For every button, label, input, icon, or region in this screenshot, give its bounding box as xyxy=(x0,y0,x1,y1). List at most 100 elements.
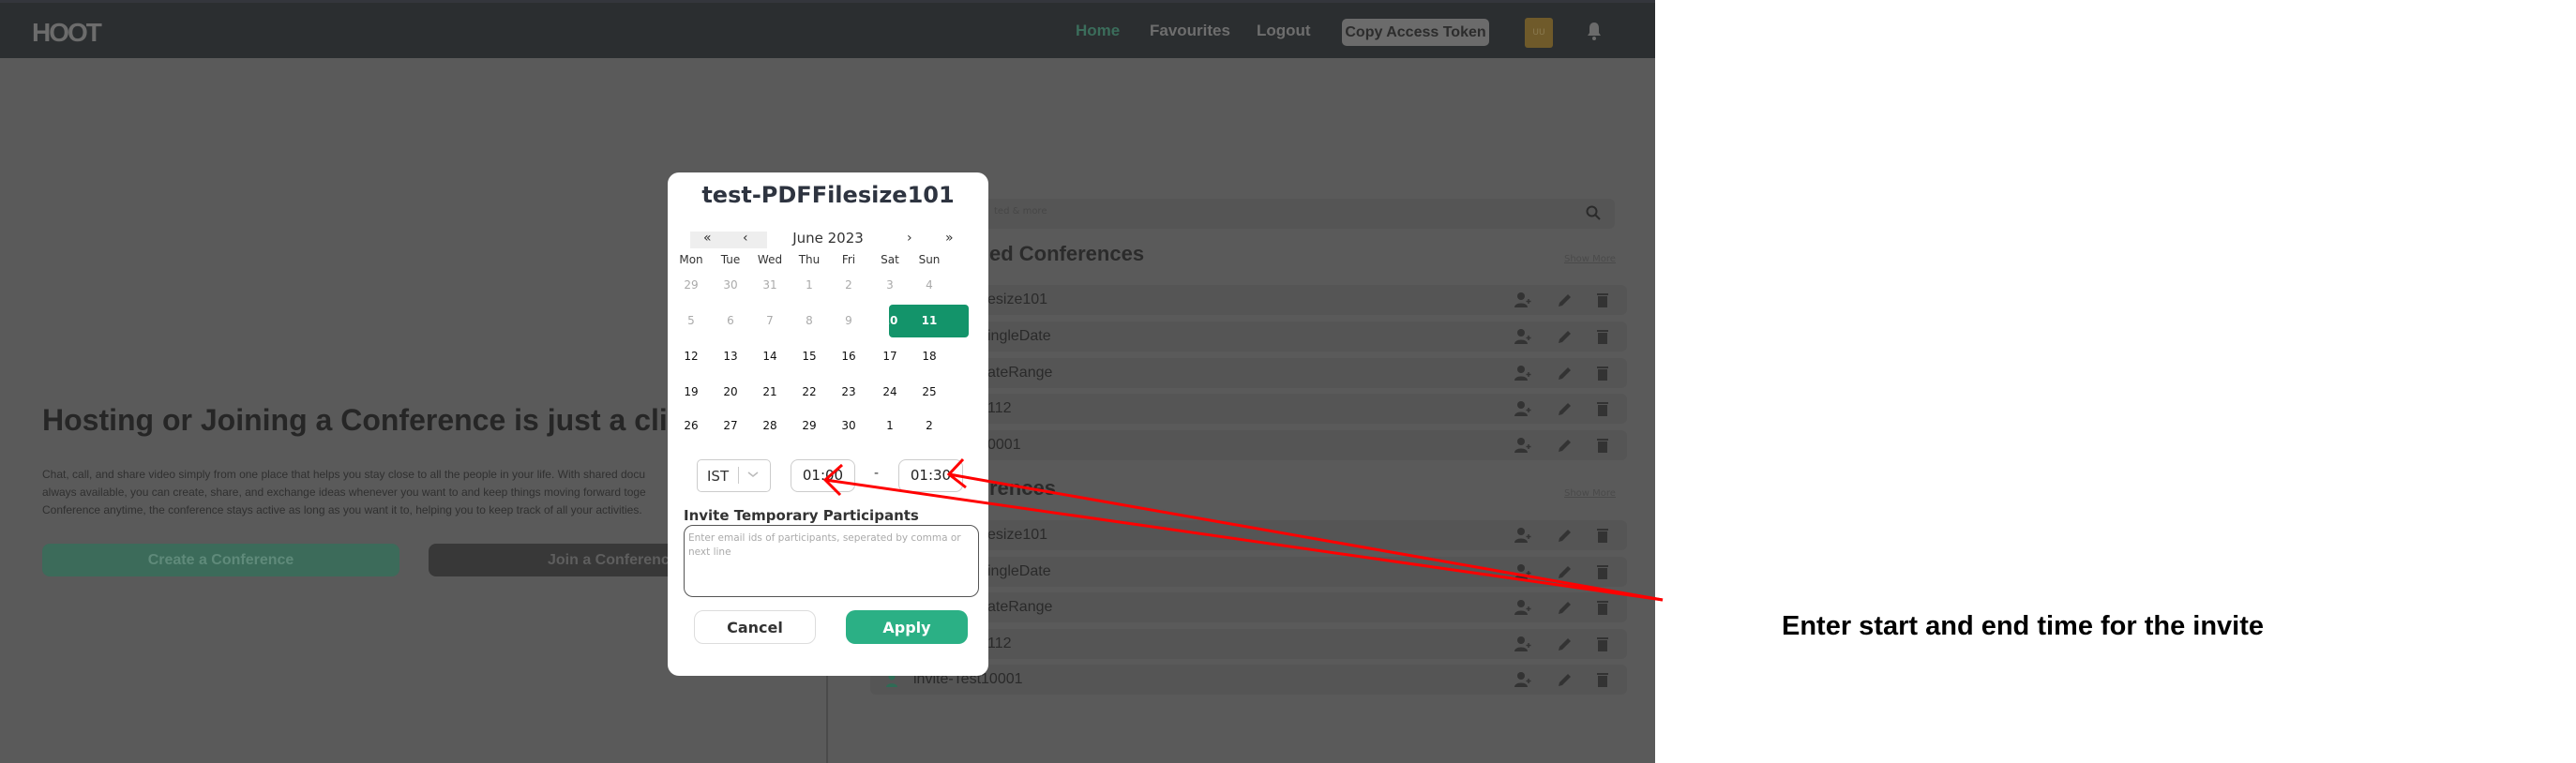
nav-home[interactable]: Home xyxy=(1076,22,1120,40)
calendar-day[interactable]: 6 xyxy=(712,314,749,327)
calendar-day[interactable]: 10 xyxy=(871,314,909,327)
next-year-button[interactable]: » xyxy=(945,231,954,246)
show-more-link[interactable]: Show More xyxy=(1564,488,1616,499)
calendar-day[interactable]: 30 xyxy=(712,278,749,292)
delete-icon[interactable] xyxy=(1594,636,1611,652)
calendar-day[interactable]: 16 xyxy=(830,350,867,363)
edit-icon[interactable] xyxy=(1556,527,1573,544)
calendar-day[interactable]: 7 xyxy=(751,314,789,327)
calendar-day[interactable]: 28 xyxy=(751,419,789,432)
calendar-day[interactable]: 15 xyxy=(791,350,828,363)
delete-icon[interactable] xyxy=(1594,599,1611,616)
calendar-day[interactable]: 1 xyxy=(871,419,909,432)
add-user-icon[interactable] xyxy=(1514,365,1531,382)
delete-icon[interactable] xyxy=(1594,671,1611,688)
add-user-icon[interactable] xyxy=(1514,636,1531,652)
weekday-label: Fri xyxy=(841,253,856,266)
calendar-day[interactable]: 2 xyxy=(830,278,867,292)
add-user-icon[interactable] xyxy=(1514,563,1531,580)
calendar-day[interactable]: 11 xyxy=(911,314,948,327)
calendar-day[interactable]: 29 xyxy=(672,278,710,292)
section-title: ed Conferences xyxy=(989,242,1145,265)
calendar-day[interactable]: 30 xyxy=(830,419,867,432)
copy-access-token-button[interactable]: Copy Access Token xyxy=(1342,19,1489,46)
invite-participants-input[interactable] xyxy=(684,525,979,597)
calendar-day[interactable]: 27 xyxy=(712,419,749,432)
add-user-icon[interactable] xyxy=(1514,292,1531,308)
calendar-month-label[interactable]: June 2023 xyxy=(761,230,895,247)
hero-title: Hosting or Joining a Conference is just … xyxy=(42,403,701,437)
edit-icon[interactable] xyxy=(1556,599,1573,616)
add-user-icon[interactable] xyxy=(1514,599,1531,616)
calendar-day[interactable]: 26 xyxy=(672,419,710,432)
start-time-input[interactable]: 01:00 xyxy=(791,459,855,492)
calendar-day[interactable]: 31 xyxy=(751,278,789,292)
calendar-day[interactable]: 22 xyxy=(791,385,828,398)
edit-icon[interactable] xyxy=(1556,636,1573,652)
calendar-day[interactable]: 29 xyxy=(791,419,828,432)
add-user-icon[interactable] xyxy=(1514,400,1531,417)
calendar-day[interactable]: 4 xyxy=(911,278,948,292)
delete-icon[interactable] xyxy=(1594,292,1611,308)
apply-button[interactable]: Apply xyxy=(846,610,968,644)
add-user-icon[interactable] xyxy=(1514,328,1531,345)
add-user-icon[interactable] xyxy=(1514,527,1531,544)
add-user-icon[interactable] xyxy=(1514,437,1531,454)
edit-icon[interactable] xyxy=(1556,437,1573,454)
select-separator xyxy=(738,467,739,484)
delete-icon[interactable] xyxy=(1594,437,1611,454)
edit-icon[interactable] xyxy=(1556,328,1573,345)
delete-icon[interactable] xyxy=(1594,400,1611,417)
modal-title: test-PDFFilesize101 xyxy=(701,182,955,208)
calendar-day[interactable]: 21 xyxy=(751,385,789,398)
calendar-day[interactable]: 1 xyxy=(791,278,828,292)
delete-icon[interactable] xyxy=(1594,365,1611,382)
prev-year-button[interactable]: « xyxy=(703,231,712,246)
conference-name: 112 xyxy=(987,400,1012,416)
calendar-day[interactable]: 8 xyxy=(791,314,828,327)
conference-name: ateRange xyxy=(987,365,1053,381)
calendar-day[interactable]: 3 xyxy=(871,278,909,292)
delete-icon[interactable] xyxy=(1594,527,1611,544)
bell-icon[interactable] xyxy=(1585,21,1604,41)
cancel-button[interactable]: Cancel xyxy=(694,610,816,644)
delete-icon[interactable] xyxy=(1594,563,1611,580)
nav-logout[interactable]: Logout xyxy=(1257,22,1311,40)
edit-icon[interactable] xyxy=(1556,292,1573,308)
edit-icon[interactable] xyxy=(1556,400,1573,417)
calendar-day[interactable]: 25 xyxy=(911,385,948,398)
calendar-day[interactable]: 17 xyxy=(871,350,909,363)
calendar-day[interactable]: 18 xyxy=(911,350,948,363)
timezone-select[interactable]: IST xyxy=(697,459,771,492)
calendar-day[interactable]: 24 xyxy=(871,385,909,398)
hero-line: always available, you can create, share,… xyxy=(42,486,646,499)
logo[interactable]: HOOT xyxy=(32,18,102,48)
calendar-day[interactable]: 13 xyxy=(712,350,749,363)
edit-icon[interactable] xyxy=(1556,563,1573,580)
calendar-day[interactable]: 5 xyxy=(672,314,710,327)
avatar[interactable]: UU xyxy=(1525,18,1553,48)
calendar-day[interactable]: 9 xyxy=(830,314,867,327)
calendar-day[interactable]: 2 xyxy=(911,419,948,432)
calendar-day[interactable]: 12 xyxy=(672,350,710,363)
calendar-day[interactable]: 20 xyxy=(712,385,749,398)
edit-icon[interactable] xyxy=(1556,671,1573,688)
section-title: rences xyxy=(989,476,1056,500)
delete-icon[interactable] xyxy=(1594,328,1611,345)
create-conference-button[interactable]: Create a Conference xyxy=(42,544,399,576)
calendar-day[interactable]: 14 xyxy=(751,350,789,363)
hero-description: Chat, call, and share video simply from … xyxy=(42,466,699,519)
add-user-icon[interactable] xyxy=(1514,671,1531,688)
calendar-day[interactable]: 23 xyxy=(830,385,867,398)
show-more-link[interactable]: Show More xyxy=(1564,254,1616,264)
nav-favourites[interactable]: Favourites xyxy=(1150,22,1230,40)
next-month-button[interactable]: › xyxy=(907,231,912,246)
calendar-day[interactable]: 19 xyxy=(672,385,710,398)
prev-month-button[interactable]: ‹ xyxy=(743,231,748,246)
search-icon[interactable] xyxy=(1585,204,1602,221)
weekday-label: Wed xyxy=(757,253,783,266)
edit-icon[interactable] xyxy=(1556,365,1573,382)
end-time-input[interactable]: 01:30 xyxy=(898,459,963,492)
chevron-down-icon[interactable] xyxy=(746,470,760,479)
divider xyxy=(826,675,828,763)
